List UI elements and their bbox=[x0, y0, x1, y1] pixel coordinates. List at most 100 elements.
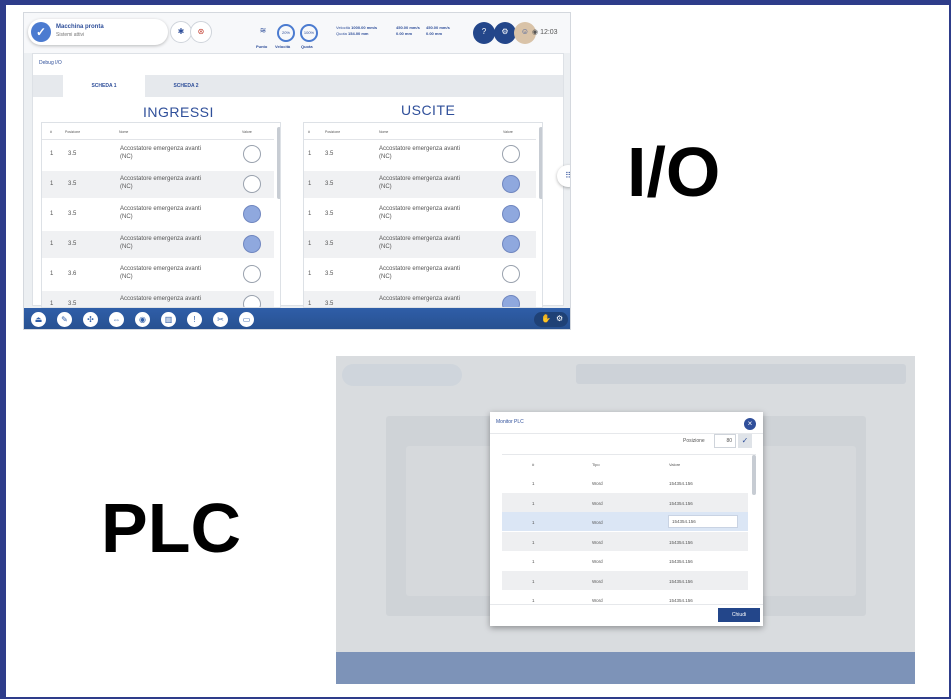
velocity-gauge[interactable]: 20% bbox=[277, 24, 295, 42]
row-name-suffix: (NC) bbox=[120, 214, 133, 220]
row-position: 3.5 bbox=[325, 181, 334, 187]
tool-icon[interactable]: ✱ bbox=[170, 21, 192, 43]
table-row[interactable]: 1 Word 154354.156 bbox=[502, 551, 748, 570]
gear-icon[interactable]: ⚙ bbox=[556, 314, 563, 323]
row-number: 1 bbox=[532, 578, 535, 584]
row-number: 1 bbox=[50, 241, 54, 247]
table-row: 1 3.5 Accostatore emergenza avanti (NC) bbox=[304, 261, 536, 288]
steering-icon[interactable]: ◉ bbox=[135, 312, 150, 327]
row-name-suffix: (NC) bbox=[379, 214, 392, 220]
row-type: Word bbox=[592, 539, 603, 545]
row-value: 154354.156 bbox=[669, 539, 693, 545]
link-icon[interactable]: ⇔ bbox=[109, 312, 124, 327]
row-value-input[interactable]: 154354.156 bbox=[668, 515, 738, 528]
table-row: 1 3.6 Accostatore emergenza avanti (NC) bbox=[42, 261, 274, 288]
outputs-scrollbar[interactable] bbox=[539, 127, 542, 199]
table-row: 1 3.5 Accostatore emergenza avanti (NC) bbox=[304, 201, 536, 228]
row-number: 1 bbox=[50, 211, 54, 217]
status-led-icon bbox=[502, 205, 520, 223]
confirm-check-icon[interactable]: ✓ bbox=[738, 434, 752, 448]
blurred-right-table bbox=[756, 446, 856, 596]
top-bar: ✓ Macchina pronta Sistemi attivi ✱ ⊛ ≋ P… bbox=[24, 13, 570, 53]
row-number: 1 bbox=[50, 151, 54, 157]
table-row[interactable]: 1 Word 154354.156 bbox=[502, 473, 748, 492]
help-icon[interactable]: ? bbox=[473, 22, 495, 44]
bottom-toolbar: ⏏ ✎ ✣ ⇔ ◉ ▥! ✂ ▭ ✋ ⚙ bbox=[24, 308, 570, 329]
check-icon: ✓ bbox=[31, 22, 51, 42]
clock-icon: ◉ bbox=[532, 29, 541, 36]
row-name: Accostatore emergenza avanti bbox=[120, 146, 202, 152]
row-name: Accostatore emergenza avanti bbox=[120, 266, 202, 272]
table-header: # Posizione Nome Valore bbox=[42, 123, 274, 140]
table-row: 1 3.5 Accostatore emergenza avanti (NC) bbox=[42, 141, 274, 168]
status-led-icon bbox=[502, 175, 520, 193]
inputs-scrollbar[interactable] bbox=[277, 127, 280, 199]
readout-col3: 450.00 mm/s 0.00 mm bbox=[426, 25, 450, 36]
table-row[interactable]: 1 Word 154354.156 bbox=[502, 512, 748, 531]
wrench-icon[interactable]: ✂ bbox=[213, 312, 228, 327]
row-number: 1 bbox=[50, 181, 54, 187]
status-led-icon bbox=[502, 265, 520, 283]
status-led-icon bbox=[243, 265, 261, 283]
table-row: 1 3.5 Accostatore emergenza avanti bbox=[304, 291, 536, 307]
tab-bar: SCHEDA 1 SCHEDA 2 bbox=[33, 75, 563, 97]
tab-scheda-2[interactable]: SCHEDA 2 bbox=[145, 75, 227, 97]
tab-scheda-1[interactable]: SCHEDA 1 bbox=[63, 75, 145, 97]
row-type: Word bbox=[592, 500, 603, 506]
table-row: 1 3.5 Accostatore emergenza avanti (NC) bbox=[42, 231, 274, 258]
quota-gauge[interactable]: 100% bbox=[300, 24, 318, 42]
row-name: Accostatore emergenza avanti bbox=[120, 236, 202, 242]
row-number: 1 bbox=[532, 559, 535, 564]
blurred-top-bar bbox=[576, 364, 906, 384]
bottom-pill[interactable]: ✋ ⚙ bbox=[534, 312, 568, 327]
punto-icon[interactable]: ≋ bbox=[252, 21, 274, 43]
row-name: Accostatore emergenza avanti bbox=[379, 236, 461, 242]
table-row[interactable]: 1 Word 154354.156 bbox=[502, 531, 748, 551]
network-icon[interactable]: ✣ bbox=[83, 312, 98, 327]
settings-icon[interactable]: ⚙ bbox=[494, 22, 516, 44]
edit-icon[interactable]: ✎ bbox=[57, 312, 72, 327]
position-input[interactable]: 80 bbox=[714, 434, 736, 448]
monitor-plc-dialog: Monitor PLC × Posizione 80 ✓ # Tipo Valo… bbox=[490, 412, 763, 626]
position-label: Posizione bbox=[683, 438, 705, 444]
row-position: 3.5 bbox=[68, 181, 77, 187]
machine-status-pill[interactable]: ✓ Macchina pronta Sistemi attivi bbox=[28, 19, 168, 45]
chart-icon[interactable]: ▥ bbox=[161, 312, 176, 327]
table-row[interactable]: 1 Word 154354.156 bbox=[502, 590, 748, 604]
readout-col2: 450.00 mm/s 0.00 mm bbox=[396, 25, 420, 36]
stop-icon[interactable]: ⊛ bbox=[190, 21, 212, 43]
close-icon[interactable]: × bbox=[744, 418, 756, 430]
row-name-suffix: (NC) bbox=[379, 244, 392, 250]
table-row[interactable]: 1 Word 154354.156 bbox=[502, 492, 748, 512]
row-number: 1 bbox=[308, 241, 312, 247]
row-number: 1 bbox=[532, 539, 535, 545]
row-name-suffix: (NC) bbox=[120, 154, 133, 160]
eject-icon[interactable]: ⏏ bbox=[31, 312, 46, 327]
status-led-icon bbox=[502, 235, 520, 253]
row-number: 1 bbox=[50, 271, 54, 277]
row-name-suffix: (NC) bbox=[120, 184, 133, 190]
plc-scrollbar[interactable] bbox=[752, 455, 756, 495]
hand-icon[interactable]: ✋ bbox=[541, 314, 551, 323]
inputs-title: INGRESSI bbox=[143, 104, 214, 120]
close-button[interactable]: Chiudi bbox=[718, 608, 760, 622]
gauge-label-quota: Quota bbox=[301, 44, 313, 49]
dialog-footer-divider bbox=[490, 604, 763, 605]
alert-icon[interactable]: ! bbox=[187, 312, 202, 327]
row-number: 1 bbox=[532, 500, 535, 506]
inputs-table: # Posizione Nome Valore 1 3.5 Accostatore … bbox=[41, 122, 281, 308]
status-led-icon bbox=[243, 175, 261, 193]
row-position: 3.5 bbox=[325, 241, 334, 247]
io-label: I/O bbox=[627, 133, 721, 211]
window-icon[interactable]: ▭ bbox=[239, 312, 254, 327]
table-header: # Tipo Valore bbox=[532, 462, 681, 467]
table-row[interactable]: 1 Word 154354.156 bbox=[502, 570, 748, 590]
row-value: 154354.156 bbox=[669, 598, 693, 603]
status-led-icon bbox=[243, 235, 261, 253]
row-name-suffix: (NC) bbox=[120, 244, 133, 250]
plc-label: PLC bbox=[101, 489, 241, 567]
gauge-label-punto: Punto bbox=[256, 44, 268, 49]
row-position: 3.5 bbox=[325, 271, 334, 277]
row-value: 154354.156 bbox=[669, 578, 693, 584]
dialog-title: Monitor PLC bbox=[496, 419, 524, 425]
